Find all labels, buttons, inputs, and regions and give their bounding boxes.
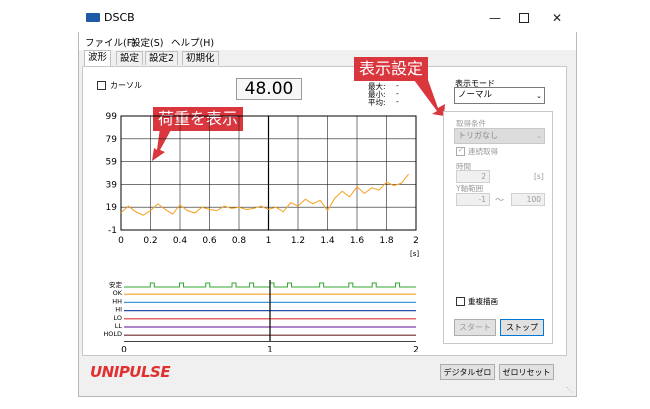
x-tick-label: 1.8 <box>379 236 394 246</box>
display-mode-select[interactable]: ノーマル <box>454 87 545 104</box>
signal-label: HI <box>115 306 122 314</box>
resize-grip-icon[interactable]: ⋱ <box>566 386 573 394</box>
start-button[interactable]: スタート <box>454 319 496 336</box>
tab-initialize[interactable]: 初期化 <box>182 51 219 65</box>
zero-reset-button[interactable]: ゼロリセット <box>499 364 554 380</box>
y-tick-label: 19 <box>106 203 118 213</box>
chevron-down-icon: ⌄ <box>536 92 542 100</box>
tab-settings2[interactable]: 設定2 <box>145 51 179 65</box>
digital-signal-chart: 安定OKHHHILOLLHOLD 0 1 2 <box>103 280 419 352</box>
stat-avg-label: 平均: <box>368 98 386 107</box>
signal-label: LL <box>115 322 123 330</box>
menu-help[interactable]: ヘルプ(H) <box>171 35 214 49</box>
acquisition-condition-select[interactable]: トリガなし <box>454 128 545 144</box>
tab-settings[interactable]: 設定 <box>116 51 144 65</box>
signal-label: HOLD <box>103 330 122 338</box>
digital-zero-button[interactable]: デジタルゼロ <box>440 364 495 380</box>
x-tick-label: 0 <box>118 236 124 246</box>
close-icon: ✕ <box>551 11 563 25</box>
y-tick-label: -1 <box>108 226 117 236</box>
y-range-separator: 〜 <box>495 196 505 206</box>
signal-label: 安定 <box>109 280 123 289</box>
minimize-icon: — <box>489 11 501 25</box>
stat-avg-value: - <box>396 97 399 106</box>
close-button[interactable]: ✕ <box>540 7 574 29</box>
y-tick-label: 99 <box>106 112 118 122</box>
load-waveform-chart: 0 0.2 0.4 0.6 0.8 1 1.2 1.4 1.6 1.8 2 99 79 59 39 19 -1 [… <box>106 112 420 258</box>
check-icon: ✓ <box>458 146 464 154</box>
app-icon <box>86 13 100 22</box>
tab-waveform[interactable]: 波形 <box>84 50 112 66</box>
continuous-label: 連続取得 <box>468 147 498 156</box>
digital-x-tick-label: 1 <box>267 345 273 352</box>
stop-button[interactable]: ストップ <box>500 319 544 336</box>
continuous-checkbox[interactable]: ✓ <box>456 146 465 156</box>
digital-x-tick-label: 0 <box>121 345 127 352</box>
digital-x-tick-label: 2 <box>413 345 419 352</box>
y-tick-label: 39 <box>106 180 118 190</box>
x-tick-label: 1.2 <box>291 236 305 246</box>
x-tick-label: 1 <box>266 236 272 246</box>
menu-settings[interactable]: 設定(S) <box>131 35 163 49</box>
x-tick-label: 1.4 <box>320 236 335 246</box>
maximize-icon <box>519 13 529 23</box>
y-max-input[interactable]: 100 <box>511 193 545 206</box>
menu-file[interactable]: ファイル(F) <box>85 35 136 49</box>
y-tick-label: 59 <box>106 158 118 168</box>
signal-label: LO <box>113 314 122 322</box>
y-min-input[interactable]: -1 <box>456 193 490 206</box>
x-tick-label: 1.6 <box>350 236 365 246</box>
cursor-checkbox[interactable] <box>97 81 106 90</box>
x-tick-label: 0.8 <box>232 236 247 246</box>
window-title: DSCB <box>104 11 135 24</box>
signal-label: OK <box>113 289 123 297</box>
acquisition-condition-value: トリガなし <box>458 131 498 140</box>
time-input[interactable]: 2 <box>456 170 490 183</box>
time-unit: [s] <box>534 172 544 181</box>
x-unit-label: [s] <box>410 250 419 258</box>
x-tick-label: 2 <box>413 236 419 246</box>
signal-label: HH <box>112 297 122 305</box>
maximize-button[interactable] <box>507 7 541 29</box>
load-series-line <box>120 173 410 216</box>
unipulse-logo: UNIPULSE <box>90 363 171 381</box>
x-tick-label: 0.2 <box>143 236 157 246</box>
chevron-down-icon: ⌄ <box>536 132 542 140</box>
display-mode-value: ノーマル <box>458 90 493 100</box>
y-tick-label: 79 <box>106 135 118 145</box>
load-value-display: 48.00 <box>236 78 302 100</box>
cursor-label: カーソル <box>110 81 142 90</box>
overlay-label: 重複描画 <box>468 297 498 306</box>
overlay-checkbox[interactable] <box>456 297 465 306</box>
x-tick-label: 0.4 <box>173 236 188 246</box>
x-tick-label: 0.6 <box>202 236 217 246</box>
